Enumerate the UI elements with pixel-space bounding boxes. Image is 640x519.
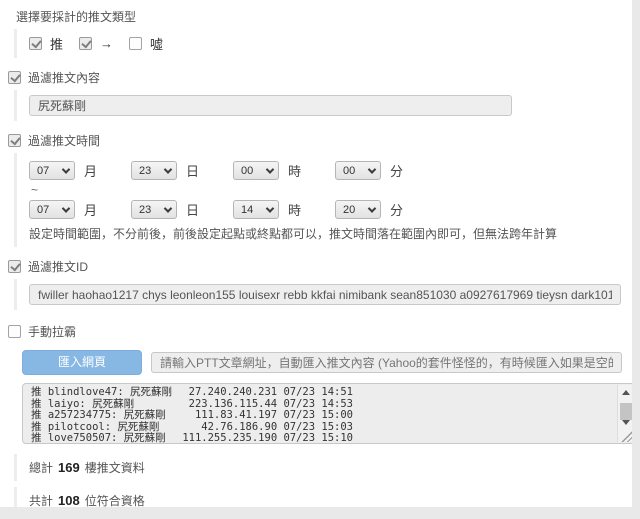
start-month-select[interactable]: 07 [29, 161, 75, 180]
total-pushes-line: 總計169樓推文資料 [29, 459, 632, 476]
article-url-input[interactable] [151, 352, 622, 373]
chevron-down-icon [368, 204, 376, 212]
qualified-count-line: 共計108位符合資格 [29, 492, 632, 507]
manual-mode-label: 手動拉霸 [28, 323, 76, 340]
chevron-down-icon [62, 204, 70, 212]
end-minute-select[interactable]: 20 [335, 200, 381, 219]
resize-grip-icon[interactable] [620, 429, 632, 442]
manual-mode-checkbox[interactable] [8, 325, 21, 338]
start-hour-select[interactable]: 00 [233, 161, 279, 180]
month-unit-label: 月 [84, 161, 97, 180]
time-filter-note: 設定時間範圍，不分前後，前後設定起點或終點都可以，推文時間落在範圍內即可，但無法… [29, 225, 632, 242]
time-filter-label: 過濾推文時間 [28, 132, 100, 149]
scrollbar-thumb[interactable] [620, 403, 632, 420]
id-filter-checkbox[interactable] [8, 260, 21, 273]
push-type-checkbox-push[interactable] [29, 37, 42, 50]
push-type-checkbox-arrow[interactable] [79, 37, 92, 50]
end-day-select[interactable]: 23 [131, 200, 177, 219]
push-type-title: 選擇要採計的推文類型 [16, 8, 632, 25]
start-day-select[interactable]: 23 [131, 161, 177, 180]
time-range-tilde: ~ [31, 183, 632, 197]
chevron-down-icon [164, 204, 172, 212]
push-list-textarea[interactable]: 推 blindlove47: 尻死蘇剛27.240.240.231 07/23 … [22, 383, 632, 444]
end-month-select[interactable]: 07 [29, 200, 75, 219]
day-unit-label: 日 [186, 161, 199, 180]
minute-unit-label: 分 [390, 161, 403, 180]
chevron-down-icon [62, 165, 70, 173]
content-filter-checkbox[interactable] [8, 71, 21, 84]
hour-unit-label: 時 [288, 161, 301, 180]
import-webpage-button[interactable]: 匯入網頁 [22, 350, 142, 375]
id-filter-input[interactable] [29, 284, 621, 305]
chevron-down-icon [368, 165, 376, 173]
push-type-label-boo: 噓 [150, 34, 163, 53]
minute-unit-label: 分 [390, 200, 403, 219]
push-type-checkbox-boo[interactable] [129, 37, 142, 50]
scroll-up-icon[interactable] [622, 390, 630, 395]
content-filter-label: 過濾推文內容 [28, 69, 100, 86]
lottery-form-page: 選擇要採計的推文類型 推 → 噓 過濾推文內容 過濾推文時間 07 月 23 日… [0, 0, 632, 507]
start-minute-select[interactable]: 00 [335, 161, 381, 180]
push-type-label-push: 推 [50, 34, 63, 53]
hour-unit-label: 時 [288, 200, 301, 219]
id-filter-label: 過濾推文ID [28, 258, 88, 275]
total-pushes-count: 169 [58, 460, 80, 475]
end-hour-select[interactable]: 14 [233, 200, 279, 219]
content-filter-input[interactable] [29, 95, 512, 116]
chevron-down-icon [164, 165, 172, 173]
qualified-count: 108 [58, 493, 80, 507]
push-list-row: 推 blindlove47: 尻死蘇剛27.240.240.231 07/23 … [31, 387, 353, 399]
time-filter-checkbox[interactable] [8, 134, 21, 147]
day-unit-label: 日 [186, 200, 199, 219]
month-unit-label: 月 [84, 200, 97, 219]
scroll-down-icon[interactable] [622, 420, 630, 425]
chevron-down-icon [266, 204, 274, 212]
push-type-label-arrow: → [100, 36, 113, 51]
chevron-down-icon [266, 165, 274, 173]
push-list-row: 推 love750507: 尻死蘇剛111.255.235.190 07/23 … [31, 433, 353, 444]
